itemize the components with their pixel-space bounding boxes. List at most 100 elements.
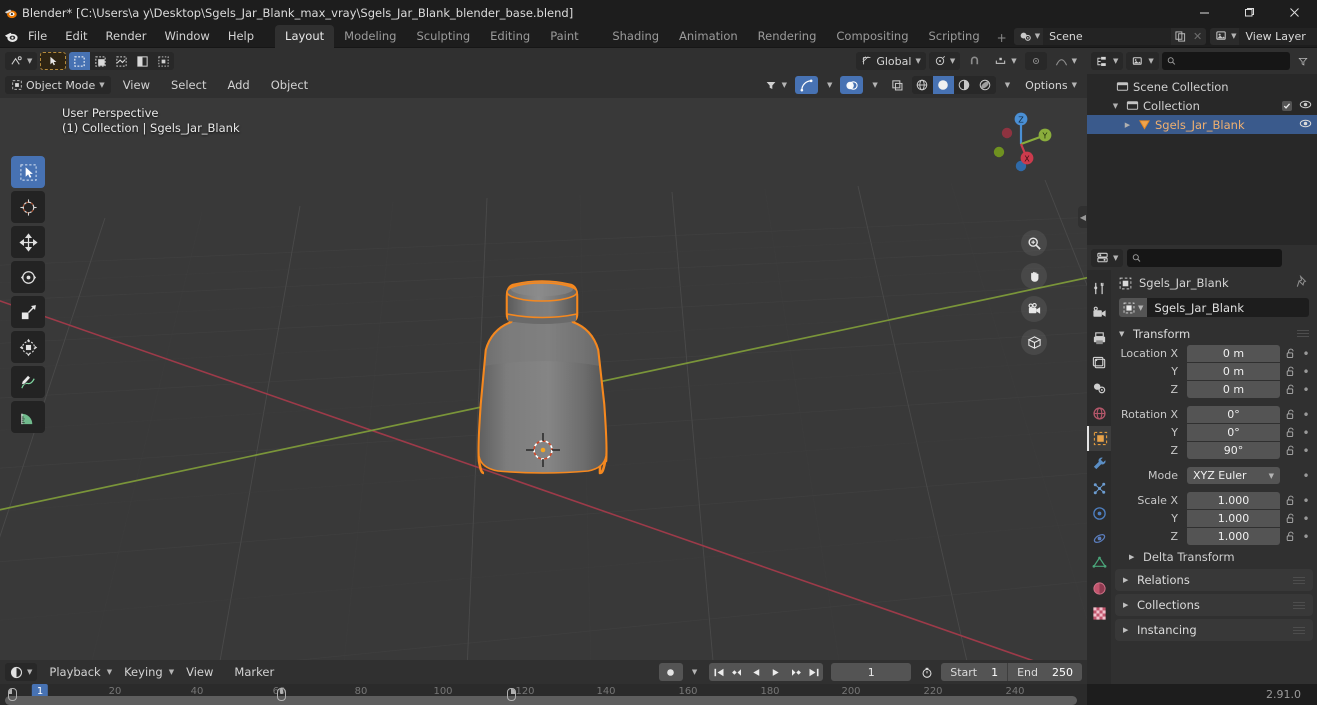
menu-help[interactable]: Help bbox=[219, 26, 263, 47]
animate-dot-icon[interactable]: • bbox=[1301, 408, 1311, 422]
rotation-z-field[interactable]: 90° bbox=[1187, 442, 1280, 459]
location-y-field[interactable]: 0 m bbox=[1187, 363, 1280, 380]
view-layer-name[interactable]: View Layer bbox=[1239, 27, 1317, 45]
pivot-point-selector[interactable]: ▼ bbox=[928, 52, 961, 70]
delta-transform-subpanel[interactable]: ▶ Delta Transform bbox=[1111, 546, 1317, 566]
animate-dot-icon[interactable]: • bbox=[1301, 365, 1311, 379]
properties-search-box[interactable] bbox=[1127, 248, 1283, 267]
animate-dot-icon[interactable]: • bbox=[1301, 469, 1311, 483]
scale-x-field[interactable]: 1.000 bbox=[1187, 492, 1280, 509]
tab-shading[interactable]: Shading bbox=[602, 25, 669, 48]
rotation-x-field[interactable]: 0° bbox=[1187, 406, 1280, 423]
lock-icon[interactable] bbox=[1284, 513, 1297, 524]
close-button[interactable] bbox=[1272, 0, 1317, 25]
tab-output[interactable] bbox=[1087, 326, 1111, 351]
unlink-scene-button[interactable]: ✕ bbox=[1189, 27, 1207, 45]
tab-world[interactable] bbox=[1087, 401, 1111, 426]
overlay-settings-button[interactable]: ▼ bbox=[866, 76, 882, 94]
location-x-field[interactable]: 0 m bbox=[1187, 345, 1280, 362]
orthographic-icon[interactable] bbox=[1021, 329, 1047, 355]
viewport-menu-add[interactable]: Add bbox=[218, 75, 258, 96]
shading-settings-button[interactable]: ▼ bbox=[999, 76, 1015, 94]
tab-modeling[interactable]: Modeling bbox=[334, 25, 406, 48]
viewport-menu-select[interactable]: Select bbox=[162, 75, 215, 96]
cursor-tool[interactable] bbox=[11, 191, 45, 223]
outliner-row-object[interactable]: ▶ Sgels_Jar_Blank bbox=[1087, 115, 1317, 134]
transform-orientation-selector[interactable]: Global ▼ bbox=[856, 52, 926, 70]
blender-menu-icon[interactable] bbox=[4, 29, 19, 44]
timeline-menu-view[interactable]: View bbox=[177, 662, 222, 683]
active-tool-indicator[interactable] bbox=[40, 52, 67, 70]
object-type-icon[interactable]: ▼ bbox=[1119, 298, 1148, 317]
auto-keying-toggle[interactable] bbox=[658, 663, 683, 681]
visibility-eye-icon[interactable] bbox=[1299, 98, 1312, 114]
timeline-scroll-thumb[interactable] bbox=[5, 696, 1077, 705]
select-intersect-icon[interactable] bbox=[153, 52, 174, 70]
timeline-menu-marker[interactable]: Marker bbox=[225, 662, 283, 683]
visibility-selector[interactable]: ▼ bbox=[759, 76, 792, 94]
properties-search-input[interactable] bbox=[1145, 251, 1278, 264]
viewport-menu-view[interactable]: View bbox=[114, 75, 159, 96]
tab-scripting[interactable]: Scripting bbox=[919, 25, 990, 48]
scene-icon[interactable]: ▼ bbox=[1013, 27, 1044, 45]
outliner-search-box[interactable] bbox=[1161, 52, 1290, 70]
menu-edit[interactable]: Edit bbox=[56, 26, 96, 47]
lock-icon[interactable] bbox=[1284, 409, 1297, 420]
rotation-y-field[interactable]: 0° bbox=[1187, 424, 1280, 441]
outliner-row-collection[interactable]: ▼ Collection bbox=[1087, 96, 1317, 115]
timeline-ruler[interactable]: 20 40 60 80 100 120 140 160 180 200 220 … bbox=[0, 684, 1087, 705]
view-layer-selector[interactable]: ▼ View Layer ✕ bbox=[1210, 27, 1317, 45]
scene-selector[interactable]: ▼ Scene ✕ bbox=[1013, 27, 1207, 45]
material-preview-shading-icon[interactable] bbox=[954, 76, 975, 94]
maximize-button[interactable] bbox=[1227, 0, 1272, 25]
play-reverse-button[interactable] bbox=[747, 663, 766, 681]
pan-icon[interactable] bbox=[1021, 263, 1047, 289]
snap-magnet-toggle[interactable] bbox=[963, 52, 986, 70]
rendered-shading-icon[interactable] bbox=[975, 76, 996, 94]
3d-viewport[interactable]: User Perspective (1) Collection | Sgels_… bbox=[0, 98, 1087, 660]
expand-arrow-icon[interactable]: ▼ bbox=[1109, 102, 1122, 110]
pin-icon[interactable] bbox=[1296, 274, 1309, 291]
use-preview-range-icon[interactable] bbox=[916, 663, 938, 681]
tab-object[interactable] bbox=[1087, 426, 1111, 451]
object-mode-selector[interactable]: Object Mode ▼ bbox=[5, 76, 111, 94]
start-frame-value[interactable]: 1 bbox=[977, 666, 1007, 679]
transform-panel-header[interactable]: ▼ Transform bbox=[1111, 323, 1317, 344]
tab-compositing[interactable]: Compositing bbox=[826, 25, 918, 48]
location-z-field[interactable]: 0 m bbox=[1187, 381, 1280, 398]
instancing-panel-header[interactable]: ▶ Instancing bbox=[1115, 619, 1313, 641]
new-scene-button[interactable] bbox=[1171, 27, 1190, 45]
animate-dot-icon[interactable]: • bbox=[1301, 444, 1311, 458]
menu-file[interactable]: File bbox=[19, 26, 56, 47]
lock-icon[interactable] bbox=[1284, 348, 1297, 359]
collections-panel-header[interactable]: ▶ Collections bbox=[1115, 594, 1313, 616]
select-subtract-icon[interactable] bbox=[111, 52, 132, 70]
relations-panel-header[interactable]: ▶ Relations bbox=[1115, 569, 1313, 591]
outliner-display-mode-selector[interactable]: ▼ bbox=[1126, 52, 1159, 70]
next-keyframe-button[interactable] bbox=[785, 663, 804, 681]
tab-render[interactable] bbox=[1087, 301, 1111, 326]
jump-to-end-button[interactable] bbox=[804, 663, 823, 681]
show-overlays-toggle[interactable] bbox=[840, 76, 864, 94]
select-set-icon[interactable] bbox=[69, 52, 91, 70]
lock-icon[interactable] bbox=[1284, 366, 1297, 377]
tab-object-data[interactable] bbox=[1087, 551, 1111, 576]
previous-keyframe-button[interactable] bbox=[728, 663, 747, 681]
scale-z-field[interactable]: 1.000 bbox=[1187, 528, 1280, 545]
end-frame-value[interactable]: 250 bbox=[1038, 666, 1082, 679]
menu-render[interactable]: Render bbox=[97, 26, 156, 47]
viewport-menu-object[interactable]: Object bbox=[262, 75, 317, 96]
measure-tool[interactable] bbox=[11, 401, 45, 433]
menu-window[interactable]: Window bbox=[155, 26, 218, 47]
lock-icon[interactable] bbox=[1284, 495, 1297, 506]
object-name-field[interactable]: Sgels_Jar_Blank bbox=[1147, 298, 1309, 317]
wireframe-shading-icon[interactable] bbox=[912, 76, 933, 94]
keying-settings-button[interactable]: ▼ bbox=[686, 663, 702, 681]
sidebar-collapse-arrow[interactable]: ◀ bbox=[1078, 206, 1087, 228]
animate-dot-icon[interactable]: • bbox=[1301, 347, 1311, 361]
animate-dot-icon[interactable]: • bbox=[1301, 426, 1311, 440]
tab-view-layer[interactable] bbox=[1087, 351, 1111, 376]
lock-icon[interactable] bbox=[1284, 531, 1297, 542]
timeline-scrollbar[interactable] bbox=[0, 696, 1087, 705]
viewport-options-button[interactable]: Options ▼ bbox=[1020, 76, 1082, 94]
